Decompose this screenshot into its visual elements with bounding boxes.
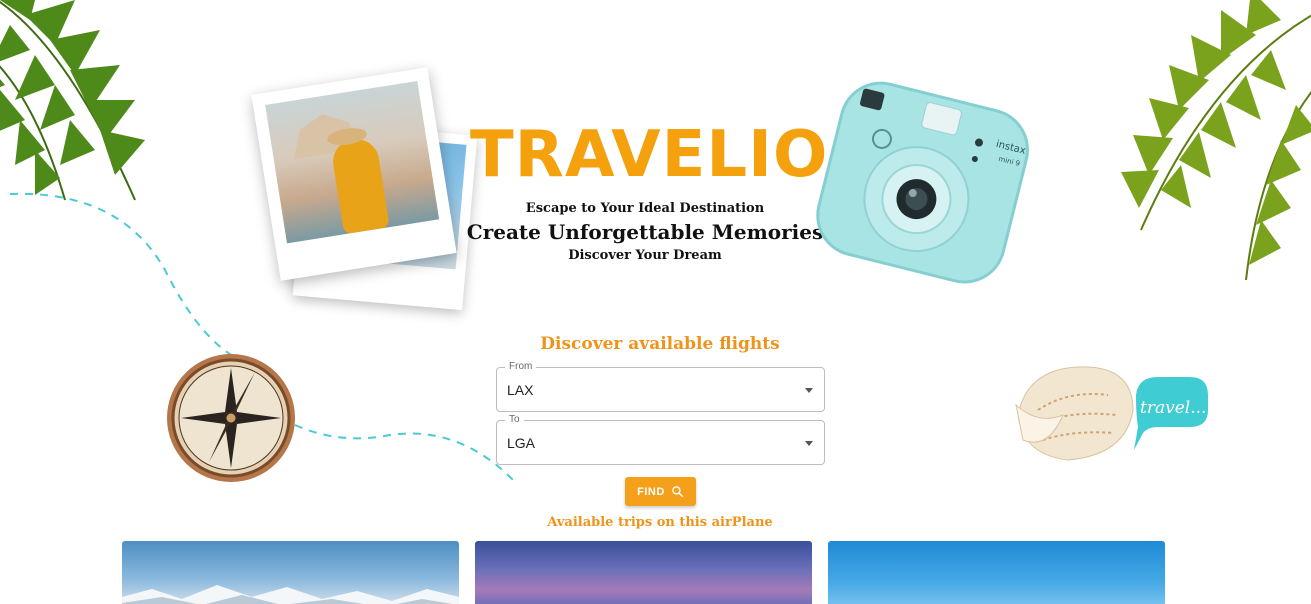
discover-flights-title: Discover available flights <box>540 334 780 354</box>
instant-camera-image: instax mini 9 <box>816 81 1029 284</box>
chevron-down-icon <box>805 441 813 446</box>
from-select[interactable]: From LAX <box>496 361 825 412</box>
trip-card[interactable] <box>122 541 459 604</box>
trip-card[interactable] <box>475 541 812 604</box>
find-button-label: FIND <box>637 485 665 498</box>
tagline-discover: Discover Your Dream <box>568 248 722 263</box>
trip-card-image <box>828 541 1165 604</box>
polaroid-photo-front <box>251 67 457 281</box>
from-label: From <box>505 361 537 372</box>
available-trips-title: Available trips on this airPlane <box>547 515 773 530</box>
search-icon <box>672 486 683 498</box>
to-select[interactable]: To LGA <box>496 414 825 465</box>
tagline-escape: Escape to Your Ideal Destination <box>525 201 765 216</box>
travel-bubble-text: travel... <box>1140 398 1206 418</box>
chevron-down-icon <box>805 388 813 393</box>
tagline-memories: Create Unforgettable Memories <box>466 220 824 244</box>
to-value: LGA <box>507 435 536 451</box>
trip-card-image <box>122 585 459 604</box>
brand-title: TRAVELIO <box>470 118 829 192</box>
compass-image <box>167 354 295 482</box>
from-value: LAX <box>507 382 534 398</box>
seashell-travel-bubble-image: travel... <box>1015 366 1208 461</box>
polaroid-front-image <box>265 80 440 244</box>
trip-card[interactable] <box>828 541 1165 604</box>
palm-leaves-right-image <box>1121 0 1311 281</box>
find-button[interactable]: FIND <box>625 477 696 506</box>
trip-card-image <box>475 541 812 604</box>
to-label: To <box>505 414 524 425</box>
